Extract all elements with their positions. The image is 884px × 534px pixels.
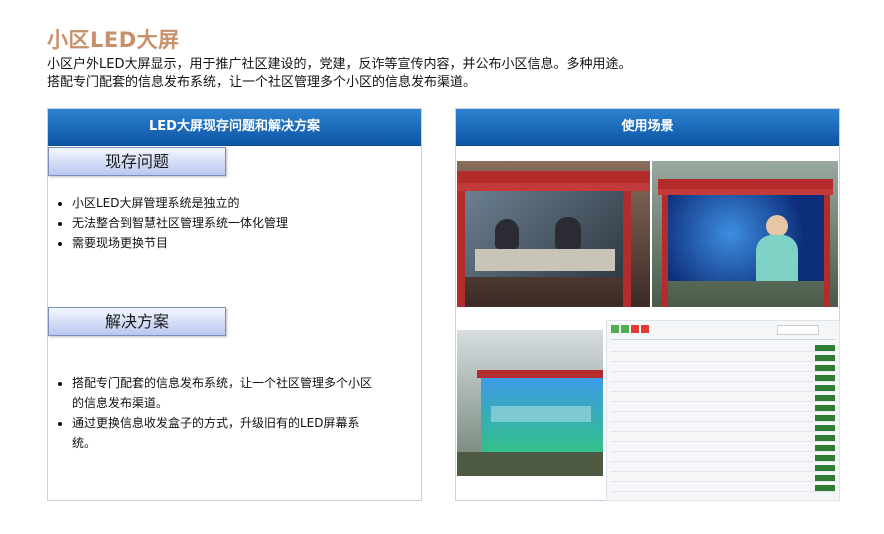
problems-list: 小区LED大屏管理系统是独立的 无法整合到智慧社区管理系统一体化管理 需要现场更… [56,193,288,253]
meeting-screen-photo [457,161,650,307]
list-item: 需要现场更换节目 [72,233,288,253]
usage-scenarios-panel: 使用场景 [455,108,840,501]
problems-solutions-panel: LED大屏现存问题和解决方案 现存问题 小区LED大屏管理系统是独立的 无法整合… [47,108,422,501]
list-item: 搭配专门配套的信息发布系统，让一个社区管理多个小区的信息发布渠道。 [72,373,372,413]
solutions-list: 搭配专门配套的信息发布系统，让一个社区管理多个小区的信息发布渠道。 通过更换信息… [56,373,372,453]
publishing-system-screenshot [606,320,840,501]
list-item: 无法整合到智慧社区管理系统一体化管理 [72,213,288,233]
problems-solutions-header: LED大屏现存问题和解决方案 [48,109,421,146]
news-screen-photo [652,161,838,307]
problems-tab: 现存问题 [48,147,226,176]
intro-line-2: 搭配专门配套的信息发布系统，让一个社区管理多个小区的信息发布渠道。 [47,75,477,90]
usage-scenarios-header: 使用场景 [456,109,839,146]
page-title: 小区LED大屏 [47,28,180,52]
list-item: 通过更换信息收发盒子的方式，升级旧有的LED屏幕系统。 [72,413,372,453]
intro-line-1: 小区户外LED大屏显示，用于推广社区建设的，党建，反诈等宣传内容，并公布小区信息… [47,57,632,72]
intro-text: 小区户外LED大屏显示，用于推广社区建设的，党建，反诈等宣传内容，并公布小区信息… [47,56,631,92]
solutions-tab: 解决方案 [48,307,226,336]
list-item: 小区LED大屏管理系统是独立的 [72,193,288,213]
outdoor-screen-photo [457,330,603,476]
